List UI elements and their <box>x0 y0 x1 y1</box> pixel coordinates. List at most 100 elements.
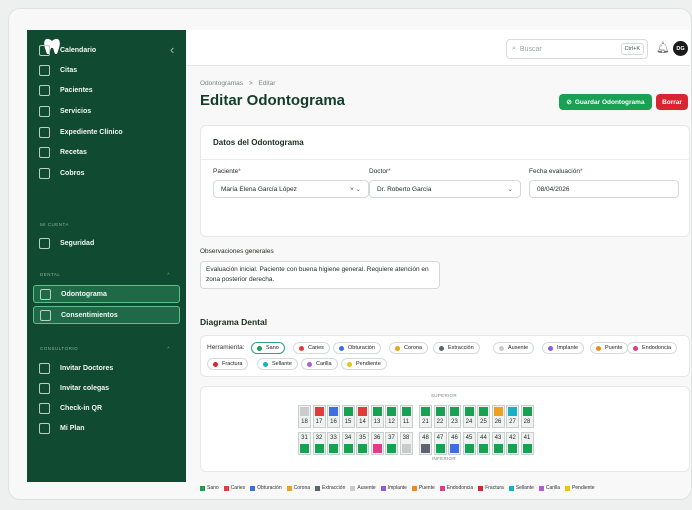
tooth-48[interactable]: 48 <box>419 432 432 455</box>
doctor-label: Doctor* <box>369 168 391 175</box>
sidebar-item-invitar-doctores[interactable]: Invitar Doctores <box>33 359 180 377</box>
tool-chip-corona[interactable]: Corona <box>389 342 429 354</box>
tool-chip-puente[interactable]: Puente <box>590 342 629 354</box>
color-dot-icon <box>213 361 218 367</box>
save-button[interactable]: ⊘ Guardar Odontograma <box>559 94 652 110</box>
tool-chip-obturación[interactable]: Obturación <box>333 342 381 354</box>
paciente-select[interactable]: María Elena García López × ⌄ <box>213 180 369 198</box>
tooth-number: 24 <box>465 419 473 425</box>
bell-icon[interactable]: 🔔︎ <box>656 41 670 54</box>
tooth-45[interactable]: 45 <box>462 432 476 455</box>
tool-chip-ausente[interactable]: Ausente <box>493 342 535 354</box>
tooth-22[interactable]: 22 <box>433 405 447 428</box>
tooth-46[interactable]: 46 <box>448 432 461 455</box>
sidebar-section: DENTAL ^ <box>40 272 170 277</box>
sidebar-item-cobros[interactable]: Cobros <box>33 164 180 182</box>
sidebar-item-citas[interactable]: Citas <box>33 61 180 79</box>
color-dot-icon <box>548 345 553 351</box>
breadcrumb-current: Editar <box>258 80 276 87</box>
sidebar-item-seguridad[interactable]: Seguridad <box>33 234 180 252</box>
obs-textarea[interactable]: Evaluación inicial. Paciente con buena h… <box>200 261 440 289</box>
sidebar-item-servicios[interactable]: Servicios <box>33 102 180 120</box>
check-circle-icon: ⊘ <box>566 99 572 106</box>
color-dot-icon <box>263 361 268 367</box>
tooth-21[interactable]: 21 <box>419 405 432 428</box>
nav-icon <box>39 422 50 434</box>
nav-icon <box>39 146 50 158</box>
legend-item-implante: Implante <box>380 485 407 491</box>
sidebar-item-label: Check-in QR <box>60 404 103 412</box>
doctor-select[interactable]: Dr. Roberto García ⌄ <box>369 180 521 198</box>
tooth-26[interactable]: 26 <box>491 405 505 428</box>
sidebar-item-check-in-qr[interactable]: Check-in QR <box>33 399 180 417</box>
fecha-input[interactable]: 08/04/2026 <box>529 180 679 198</box>
tooth-44[interactable]: 44 <box>477 432 490 455</box>
tooth-14[interactable]: 14 <box>356 405 369 428</box>
sidebar-item-calendario[interactable]: Calendario <box>33 41 180 59</box>
tooth-number: 37 <box>388 435 395 441</box>
sidebar-item-odontograma[interactable]: Odontograma <box>33 285 180 303</box>
sidebar-item-pacientes[interactable]: Pacientes <box>33 81 180 99</box>
tooth-28[interactable]: 28 <box>520 405 534 428</box>
tooth-11[interactable]: 11 <box>399 405 413 428</box>
tooth-25[interactable]: 25 <box>477 405 490 428</box>
breadcrumb-parent[interactable]: Odontogramas <box>200 80 243 87</box>
delete-button[interactable]: Borrar <box>656 94 688 110</box>
tooth-35[interactable]: 35 <box>356 432 369 455</box>
sidebar-item-label: Odontograma <box>61 290 107 298</box>
tooth-23[interactable]: 23 <box>448 405 461 428</box>
chevron-up-icon: ^ <box>167 346 170 351</box>
tooth-15[interactable]: 15 <box>341 405 355 428</box>
tooth-33[interactable]: 33 <box>327 432 340 455</box>
tool-chip-carilla[interactable]: Carilla <box>301 358 338 370</box>
tool-chip-extracción[interactable]: Extracción <box>433 342 480 354</box>
avatar[interactable]: DG <box>673 41 688 56</box>
sidebar-item-invitar-colegas[interactable]: Invitar colegas <box>33 379 180 397</box>
tool-chip-implante[interactable]: Implante <box>542 342 585 354</box>
tooth-13[interactable]: 13 <box>370 405 384 428</box>
tool-chip-pendiente[interactable]: Pendiente <box>341 358 387 370</box>
tooth-34[interactable]: 34 <box>341 432 355 455</box>
tooth-status-mark <box>421 407 430 416</box>
sidebar-item-mi-plan[interactable]: Mi Plan <box>33 419 180 437</box>
tooth-number: 17 <box>315 419 323 425</box>
tooth-16[interactable]: 16 <box>327 405 340 428</box>
sidebar-item-consentimientos[interactable]: Consentimientos <box>33 306 180 324</box>
color-dot-icon <box>439 345 444 351</box>
nav-icon <box>39 167 50 179</box>
tool-chip-sano[interactable]: Sano <box>251 342 285 354</box>
tool-chip-sellante[interactable]: Sellante <box>257 358 298 370</box>
paciente-label: Paciente* <box>213 168 241 175</box>
tooth-12[interactable]: 12 <box>385 405 398 428</box>
tooth-17[interactable]: 17 <box>312 405 326 428</box>
tooth-27[interactable]: 27 <box>506 405 519 428</box>
tooth-32[interactable]: 32 <box>312 432 326 455</box>
nav-icon <box>39 105 50 117</box>
legend-item-extracción: Extracción <box>315 485 345 491</box>
odontogram-chart: SUPERIOR INFERIOR 18 17 16 15 14 13 12 11 21 22 23… <box>200 386 690 472</box>
tooth-31[interactable]: 31 <box>298 432 311 455</box>
color-dot-icon <box>633 345 638 351</box>
tooth-37[interactable]: 37 <box>385 432 398 455</box>
tooth-number: 46 <box>451 435 458 441</box>
legend-item-fractura: Fractura <box>478 485 504 491</box>
tooth-18[interactable]: 18 <box>298 405 311 428</box>
tooth-41[interactable]: 41 <box>520 432 534 455</box>
nav-icon <box>39 362 50 374</box>
tooth-status-mark <box>479 407 488 416</box>
tooth-47[interactable]: 47 <box>433 432 447 455</box>
tooth-36[interactable]: 36 <box>370 432 384 455</box>
tooth-43[interactable]: 43 <box>491 432 505 455</box>
tool-chip-endodoncia[interactable]: Endodoncia <box>627 342 678 354</box>
tooth-status-mark <box>401 444 411 453</box>
sidebar-item-label: Invitar Doctores <box>60 364 114 372</box>
sidebar-item-recetas[interactable]: Recetas <box>33 143 180 161</box>
sidebar-item-expediente-clínico[interactable]: Expediente Clínico <box>33 123 180 141</box>
tooth-number: 22 <box>436 419 444 425</box>
tooth-38[interactable]: 38 <box>399 432 413 455</box>
tool-chip-caries[interactable]: Caries <box>293 342 330 354</box>
tool-chip-fractura[interactable]: Fractura <box>207 358 249 370</box>
tooth-42[interactable]: 42 <box>506 432 519 455</box>
tooth-24[interactable]: 24 <box>462 405 476 428</box>
search-input[interactable]: ⌕ Buscar Ctrl+K <box>506 39 648 59</box>
